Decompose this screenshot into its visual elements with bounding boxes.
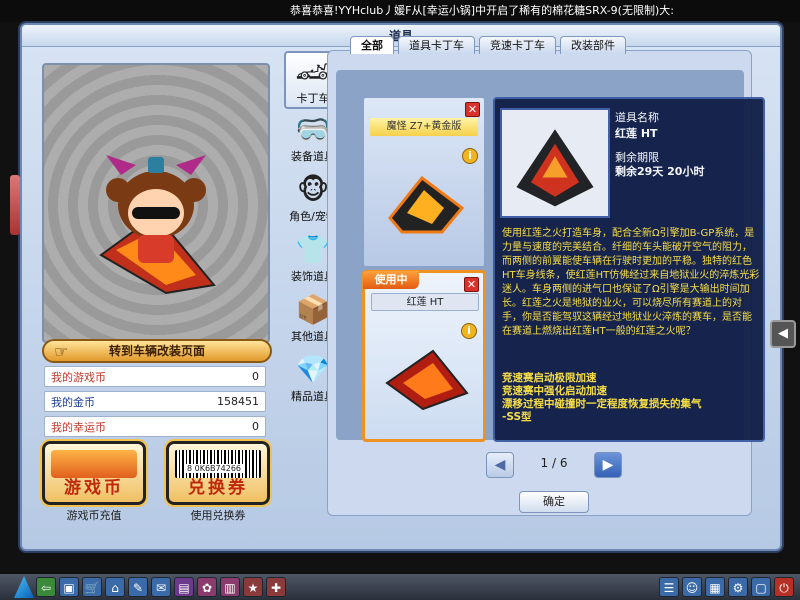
feature-line: 竞速赛启动极限加速 bbox=[502, 372, 597, 384]
chat-icon[interactable]: ☰ bbox=[659, 577, 679, 597]
currency-stats: 我的游戏币 0 我的金币 158451 我的幸运币 0 bbox=[44, 366, 266, 441]
left-edge-tab[interactable] bbox=[10, 175, 20, 235]
stat-lucky-coin: 我的幸运币 0 bbox=[44, 416, 266, 437]
stat-gold-coin: 我的金币 158451 bbox=[44, 391, 266, 412]
detail-period-value: 剩余29天 20小时 bbox=[615, 165, 705, 178]
stat-label: 我的金币 bbox=[51, 395, 95, 409]
shop-icon[interactable]: 🛒 bbox=[82, 577, 102, 597]
tab-all[interactable]: 全部 bbox=[350, 36, 394, 54]
announcement-ticker: 恭喜恭喜!YYHclub丿媛F从[幸运小锅]中开启了稀有的棉花糖SRX-9(无限… bbox=[0, 0, 800, 22]
game-coin-recharge-caption: 游戏币充值 bbox=[66, 509, 122, 522]
stat-value: 158451 bbox=[217, 395, 259, 408]
tab-racing-kart[interactable]: 竞速卡丁车 bbox=[479, 36, 556, 54]
kart-icon[interactable]: ▣ bbox=[59, 577, 79, 597]
redeem-coupon-caption: 使用兑换券 bbox=[190, 509, 246, 522]
close-icon[interactable]: ✕ bbox=[465, 102, 480, 117]
modify-button-label: 转到车辆改装页面 bbox=[108, 344, 205, 358]
info-icon[interactable]: i bbox=[461, 323, 477, 339]
redeem-coupon-word: 兑换券 bbox=[188, 478, 248, 498]
tab-modify-parts[interactable]: 改装部件 bbox=[560, 36, 626, 54]
book-icon[interactable]: ▥ bbox=[220, 577, 240, 597]
confirm-button[interactable]: 确定 bbox=[519, 491, 589, 513]
stat-label: 我的幸运币 bbox=[51, 420, 106, 434]
close-icon[interactable]: ✕ bbox=[464, 277, 479, 292]
team-icon[interactable]: ★ bbox=[243, 577, 263, 597]
tab-item-kart[interactable]: 道具卡丁车 bbox=[398, 36, 475, 54]
item-card-mogui[interactable]: ✕ 魔怪 Z7+黄金版 i bbox=[362, 96, 486, 268]
item-detail-tooltip: 道具名称 红莲 HT 剩余期限 剩余29天 20小时 使用红莲之火打造车身，配合… bbox=[493, 97, 765, 442]
power-icon[interactable]: ⏻ bbox=[774, 577, 794, 597]
item-name: 魔怪 Z7+黄金版 bbox=[370, 118, 478, 136]
in-use-badge: 使用中 bbox=[363, 271, 419, 289]
mail-icon[interactable]: ✉ bbox=[151, 577, 171, 597]
next-page-button[interactable]: ▶ bbox=[594, 452, 622, 478]
kart-front-image bbox=[516, 129, 594, 207]
mission-icon[interactable]: ✚ bbox=[266, 577, 286, 597]
feature-line: 竞速赛中强化启动加速 bbox=[502, 385, 607, 397]
back-icon[interactable]: ⇦ bbox=[36, 577, 56, 597]
gift-icon[interactable]: ✿ bbox=[197, 577, 217, 597]
folder-icon[interactable]: ▦ bbox=[705, 577, 725, 597]
taskbar: ⇦ ▣ 🛒 ⌂ ✎ ✉ ▤ ✿ ▥ ★ ✚ ☰ ☺ ▦ ⚙ ▢ ⏻ bbox=[0, 574, 800, 600]
kart-thumbnail bbox=[388, 175, 465, 234]
pagination: ◀ 1 / 6 ▶ bbox=[486, 452, 626, 480]
home-icon[interactable]: ⌂ bbox=[105, 577, 125, 597]
character-preview bbox=[42, 63, 270, 343]
settings-icon[interactable]: ⚙ bbox=[728, 577, 748, 597]
prev-page-button[interactable]: ◀ bbox=[486, 452, 514, 478]
kart-thumbnail bbox=[385, 349, 469, 411]
character-on-kart-image bbox=[99, 155, 216, 295]
bag-icon[interactable]: ▤ bbox=[174, 577, 194, 597]
redeem-coupon-button[interactable]: 8 0K6B74266 兑换券 bbox=[164, 439, 272, 507]
purchase-buttons: 游戏币 游戏币充值 8 0K6B74266 兑换券 使用兑换券 bbox=[40, 439, 274, 522]
detail-name-value: 红莲 HT bbox=[615, 127, 658, 140]
info-icon[interactable]: i bbox=[462, 148, 478, 164]
feature-line: -SS型 bbox=[502, 411, 532, 423]
wrench-icon[interactable]: ✎ bbox=[128, 577, 148, 597]
window-icon[interactable]: ▢ bbox=[751, 577, 771, 597]
detail-kart-image bbox=[500, 108, 610, 218]
detail-name-label: 道具名称 bbox=[615, 111, 659, 124]
collapse-arrow-button[interactable]: ◀ bbox=[770, 320, 796, 348]
goto-kart-modify-button[interactable]: ☞ 转到车辆改装页面 bbox=[42, 339, 272, 363]
stat-game-coin: 我的游戏币 0 bbox=[44, 366, 266, 387]
feature-line: 漂移过程中碰撞时一定程度恢复损失的集气 bbox=[502, 398, 702, 410]
pointing-hand-icon: ☞ bbox=[54, 342, 69, 361]
detail-features: 竞速赛启动极限加速 竞速赛中强化启动加速 漂移过程中碰撞时一定程度恢复损失的集气… bbox=[502, 372, 760, 424]
barcode-number: 8 0K6B74266 bbox=[185, 464, 243, 473]
item-card-honglian[interactable]: 使用中 ✕ 红莲 HT i bbox=[362, 270, 486, 442]
game-coin-recharge-button[interactable]: 游戏币 bbox=[40, 439, 148, 507]
detail-description: 使用红莲之火打造车身，配合全新Ω引擎加B-GP系统，是力量与速度的完美结合。纤细… bbox=[502, 228, 760, 337]
stat-value: 0 bbox=[252, 420, 259, 433]
stat-label: 我的游戏币 bbox=[51, 370, 106, 384]
game-logo-icon[interactable] bbox=[14, 576, 34, 598]
page-indicator: 1 / 6 bbox=[540, 456, 568, 470]
item-tabs: 全部 道具卡丁车 竞速卡丁车 改装部件 bbox=[350, 36, 626, 54]
game-coin-word: 游戏币 bbox=[64, 478, 124, 498]
taskbar-right: ☰ ☺ ▦ ⚙ ▢ ⏻ bbox=[659, 577, 794, 597]
friends-icon[interactable]: ☺ bbox=[682, 577, 702, 597]
stat-value: 0 bbox=[252, 370, 259, 383]
item-name: 红莲 HT bbox=[371, 293, 479, 311]
